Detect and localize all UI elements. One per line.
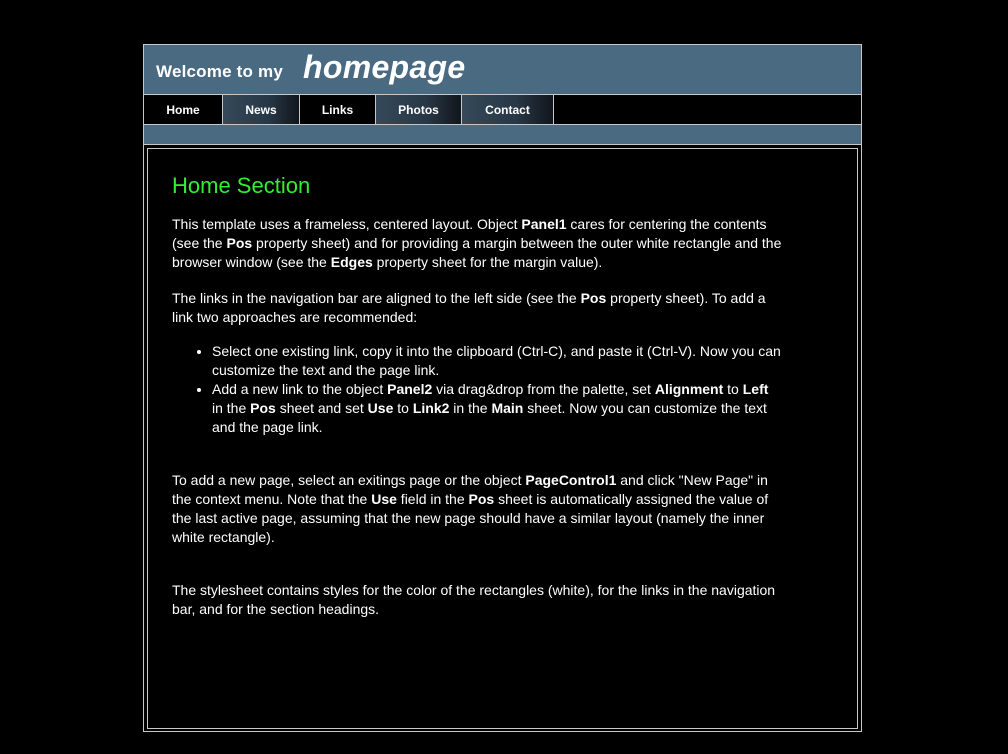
- nav-link-photos[interactable]: Photos: [376, 95, 462, 124]
- emphasis-text: Pos: [226, 235, 253, 251]
- emphasis-text: Pos: [250, 400, 276, 416]
- nav-link-links[interactable]: Links: [300, 95, 376, 124]
- header-welcome-text: Welcome to my: [156, 62, 283, 81]
- emphasis-text: Pos: [468, 491, 495, 507]
- emphasis-text: Use: [367, 400, 394, 416]
- emphasis-text: Use: [371, 491, 397, 507]
- header-banner: Welcome to my homepage: [144, 45, 861, 95]
- section-title: Home Section: [172, 173, 311, 198]
- nav-link-news[interactable]: News: [223, 95, 300, 124]
- emphasis-text: Link2: [412, 400, 450, 416]
- emphasis-text: Edges: [330, 254, 373, 270]
- list-item: Add a new link to the object Panel2 via …: [212, 380, 782, 437]
- nav-link-home[interactable]: Home: [144, 95, 223, 124]
- paragraph-stylesheet: The stylesheet contains styles for the c…: [172, 582, 776, 617]
- emphasis-text: PageControl1: [525, 472, 617, 488]
- header-homepage-text: homepage: [303, 49, 466, 85]
- list-item: Select one existing link, copy it into t…: [212, 342, 782, 380]
- page-frame: Welcome to my homepage Home News Links P…: [143, 44, 862, 732]
- navigation-bar-filler: [554, 95, 861, 125]
- header-strip: [144, 125, 861, 145]
- emphasis-text: Main: [491, 400, 524, 416]
- emphasis-text: Panel2: [387, 381, 433, 397]
- paragraph-layout: This template uses a frameless, centered…: [172, 216, 782, 270]
- emphasis-text: Left: [742, 381, 769, 397]
- navigation-bar: Home News Links Photos Contact: [144, 95, 554, 125]
- content-panel: Home Section This template uses a framel…: [147, 148, 858, 729]
- content-body: Home Section This template uses a framel…: [172, 149, 782, 619]
- paragraph-links: The links in the navigation bar are alig…: [172, 290, 766, 325]
- approach-list: Select one existing link, copy it into t…: [172, 342, 782, 437]
- paragraph-new-page: To add a new page, select an exitings pa…: [172, 472, 769, 545]
- emphasis-text: Panel1: [521, 216, 567, 232]
- emphasis-text: Pos: [580, 290, 607, 306]
- nav-link-contact[interactable]: Contact: [462, 95, 554, 124]
- emphasis-text: Alignment: [654, 381, 724, 397]
